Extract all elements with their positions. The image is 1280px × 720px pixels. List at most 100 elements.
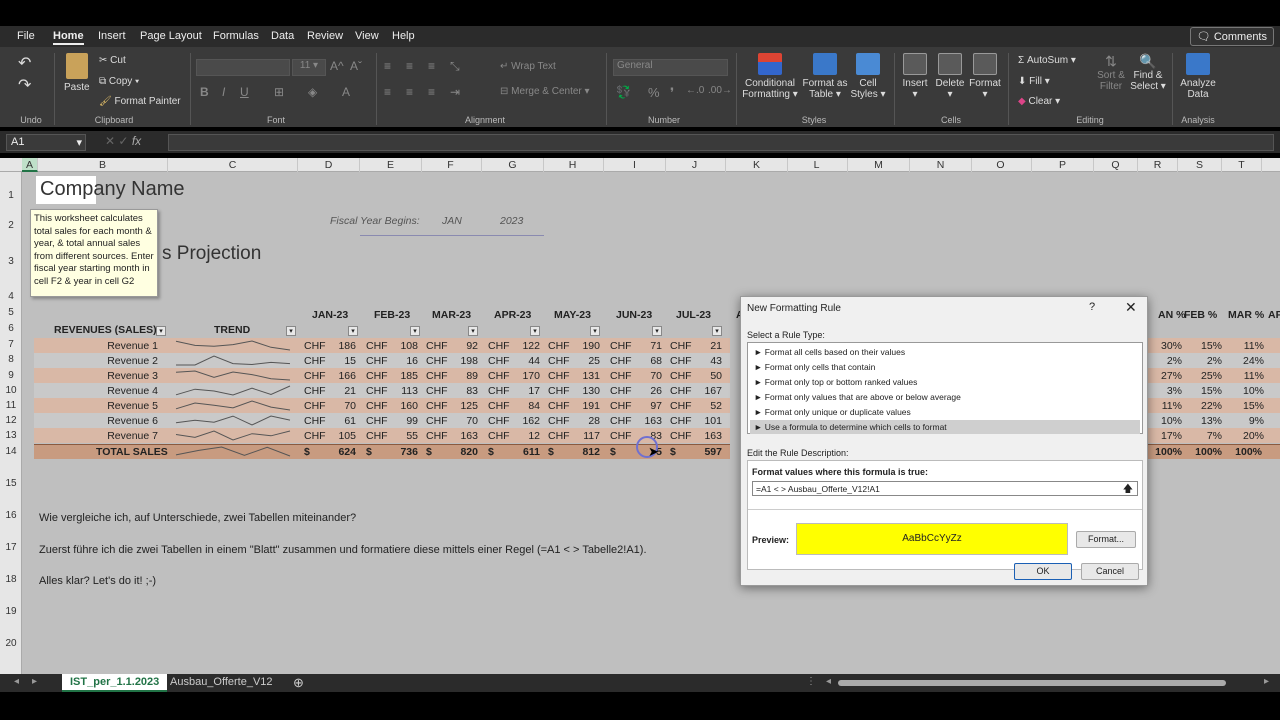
wrap-text-button[interactable]: ↵ Wrap Text bbox=[500, 61, 556, 72]
hscroll-right-icon[interactable]: ▸ bbox=[1264, 676, 1269, 687]
comma-icon[interactable]: ❜ bbox=[670, 85, 674, 101]
number-format-select[interactable]: General bbox=[613, 59, 728, 76]
menu-home[interactable]: Home bbox=[53, 30, 84, 45]
value-cell[interactable]: 97 bbox=[622, 400, 662, 412]
value-cell[interactable]: 26 bbox=[622, 385, 662, 397]
fill-color-icon[interactable]: ◈ bbox=[308, 85, 317, 99]
column-header[interactable]: C bbox=[168, 158, 298, 172]
delete-cells-button[interactable]: Delete ▾ bbox=[934, 53, 966, 100]
cell-styles-button[interactable]: Cell Styles ▾ bbox=[850, 53, 886, 100]
filter-dropdown-icon[interactable]: ▾ bbox=[712, 326, 722, 336]
analyze-data-button[interactable]: Analyze Data bbox=[1180, 53, 1216, 100]
value-cell[interactable]: 167 bbox=[682, 385, 722, 397]
column-header[interactable]: S bbox=[1178, 158, 1222, 172]
total-value[interactable]: 736 bbox=[378, 446, 418, 458]
revenue-label[interactable]: Revenue 1 bbox=[92, 340, 158, 352]
help-icon[interactable]: ? bbox=[1089, 301, 1095, 313]
value-cell[interactable]: 198 bbox=[438, 355, 478, 367]
cut-button[interactable]: ✂ Cut bbox=[99, 55, 126, 66]
font-name-select[interactable] bbox=[196, 59, 290, 76]
revenue-label[interactable]: Revenue 3 bbox=[92, 370, 158, 382]
ok-button[interactable]: OK bbox=[1014, 563, 1072, 580]
filter-dropdown-icon[interactable]: ▾ bbox=[156, 326, 166, 336]
value-cell[interactable]: 92 bbox=[438, 340, 478, 352]
menu-page-layout[interactable]: Page Layout bbox=[140, 30, 202, 42]
percent-cell[interactable]: 2% bbox=[1186, 355, 1222, 367]
filter-dropdown-icon[interactable]: ▾ bbox=[590, 326, 600, 336]
column-header[interactable]: E bbox=[360, 158, 422, 172]
percent-cell[interactable]: 13% bbox=[1186, 415, 1222, 427]
percent-icon[interactable]: % bbox=[648, 85, 660, 100]
formula-input[interactable] bbox=[168, 134, 1274, 151]
percent-cell[interactable]: 15% bbox=[1228, 400, 1264, 412]
percent-cell[interactable]: 15% bbox=[1186, 385, 1222, 397]
percent-cell[interactable]: 2% bbox=[1146, 355, 1182, 367]
percent-cell[interactable]: 10% bbox=[1228, 385, 1264, 397]
rule-type-list[interactable]: ► Format all cells based on their values… bbox=[747, 342, 1143, 434]
menu-view[interactable]: View bbox=[355, 30, 379, 42]
revenue-label[interactable]: Revenue 4 bbox=[92, 385, 158, 397]
percent-cell[interactable]: 9% bbox=[1228, 415, 1264, 427]
row-header[interactable]: 13 bbox=[0, 430, 22, 441]
filter-dropdown-icon[interactable]: ▾ bbox=[652, 326, 662, 336]
cancel-button[interactable]: Cancel bbox=[1081, 563, 1139, 580]
value-cell[interactable]: 190 bbox=[560, 340, 600, 352]
value-cell[interactable]: 108 bbox=[378, 340, 418, 352]
autosum-button[interactable]: Σ AutoSum ▾ bbox=[1018, 55, 1076, 66]
insert-cells-button[interactable]: Insert ▾ bbox=[900, 53, 930, 100]
font-size-select[interactable]: 11 ▾ bbox=[292, 59, 326, 76]
format-cells-button[interactable]: Format ▾ bbox=[968, 53, 1002, 100]
revenue-label[interactable]: Revenue 7 bbox=[92, 430, 158, 442]
percent-cell[interactable]: 20% bbox=[1228, 430, 1264, 442]
value-cell[interactable]: 84 bbox=[500, 400, 540, 412]
filter-dropdown-icon[interactable]: ▾ bbox=[410, 326, 420, 336]
row-header[interactable]: 8 bbox=[0, 354, 22, 365]
value-cell[interactable]: 71 bbox=[622, 340, 662, 352]
filter-dropdown-icon[interactable]: ▾ bbox=[530, 326, 540, 336]
value-cell[interactable]: 101 bbox=[682, 415, 722, 427]
percent-cell[interactable]: 7% bbox=[1186, 430, 1222, 442]
explanation-line[interactable]: Zuerst führe ich die zwei Tabellen in ei… bbox=[39, 544, 647, 556]
row-header[interactable]: 11 bbox=[0, 400, 22, 411]
value-cell[interactable]: 163 bbox=[622, 415, 662, 427]
row-header[interactable]: 15 bbox=[0, 478, 22, 489]
rule-type-item[interactable]: ► Format only cells that contain bbox=[750, 360, 1140, 374]
sheet-tab-ist[interactable]: IST_per_1.1.2023 bbox=[62, 674, 168, 692]
value-cell[interactable]: 122 bbox=[500, 340, 540, 352]
value-cell[interactable]: 55 bbox=[378, 430, 418, 442]
value-cell[interactable]: 44 bbox=[500, 355, 540, 367]
value-cell[interactable]: 21 bbox=[316, 385, 356, 397]
horizontal-scrollbar[interactable] bbox=[838, 680, 1226, 686]
menu-file[interactable]: File bbox=[17, 30, 35, 42]
company-name[interactable]: Company Name bbox=[40, 178, 185, 201]
rule-type-item[interactable]: ► Format all cells based on their values bbox=[750, 345, 1140, 359]
redo-icon[interactable]: ↷ bbox=[18, 75, 31, 95]
bold-icon[interactable]: B bbox=[200, 85, 209, 99]
value-cell[interactable]: 191 bbox=[560, 400, 600, 412]
row-header[interactable]: 9 bbox=[0, 370, 22, 381]
column-header[interactable]: A bbox=[22, 158, 38, 172]
row-header[interactable]: 18 bbox=[0, 574, 22, 585]
sheet-tab-ausbau[interactable]: Ausbau_Offerte_V12 bbox=[162, 674, 281, 692]
borders-icon[interactable]: ⊞ bbox=[274, 85, 284, 99]
value-cell[interactable]: 16 bbox=[378, 355, 418, 367]
format-button[interactable]: Format... bbox=[1076, 531, 1136, 548]
percent-cell[interactable]: 15% bbox=[1186, 340, 1222, 352]
column-header[interactable]: T bbox=[1222, 158, 1262, 172]
revenue-label[interactable]: Revenue 5 bbox=[92, 400, 158, 412]
indent-icon[interactable]: ⇥ bbox=[450, 85, 460, 99]
menu-review[interactable]: Review bbox=[307, 30, 343, 42]
font-color-icon[interactable]: A bbox=[342, 85, 350, 99]
value-cell[interactable]: 162 bbox=[500, 415, 540, 427]
rule-type-item[interactable]: ► Format only top or bottom ranked value… bbox=[750, 375, 1140, 389]
copy-button[interactable]: ⧉ Copy ▾ bbox=[99, 76, 139, 87]
hscroll-left-icon[interactable]: ◂ bbox=[826, 676, 831, 687]
rule-type-item[interactable]: ► Format only unique or duplicate values bbox=[750, 405, 1140, 419]
increase-decimal-icon[interactable]: ←.0 bbox=[686, 85, 704, 96]
value-cell[interactable]: 15 bbox=[316, 355, 356, 367]
menu-insert[interactable]: Insert bbox=[98, 30, 126, 42]
fiscal-year[interactable]: 2023 bbox=[500, 215, 523, 227]
value-cell[interactable]: 70 bbox=[438, 415, 478, 427]
percent-cell[interactable]: 22% bbox=[1186, 400, 1222, 412]
row-header[interactable]: 16 bbox=[0, 510, 22, 521]
